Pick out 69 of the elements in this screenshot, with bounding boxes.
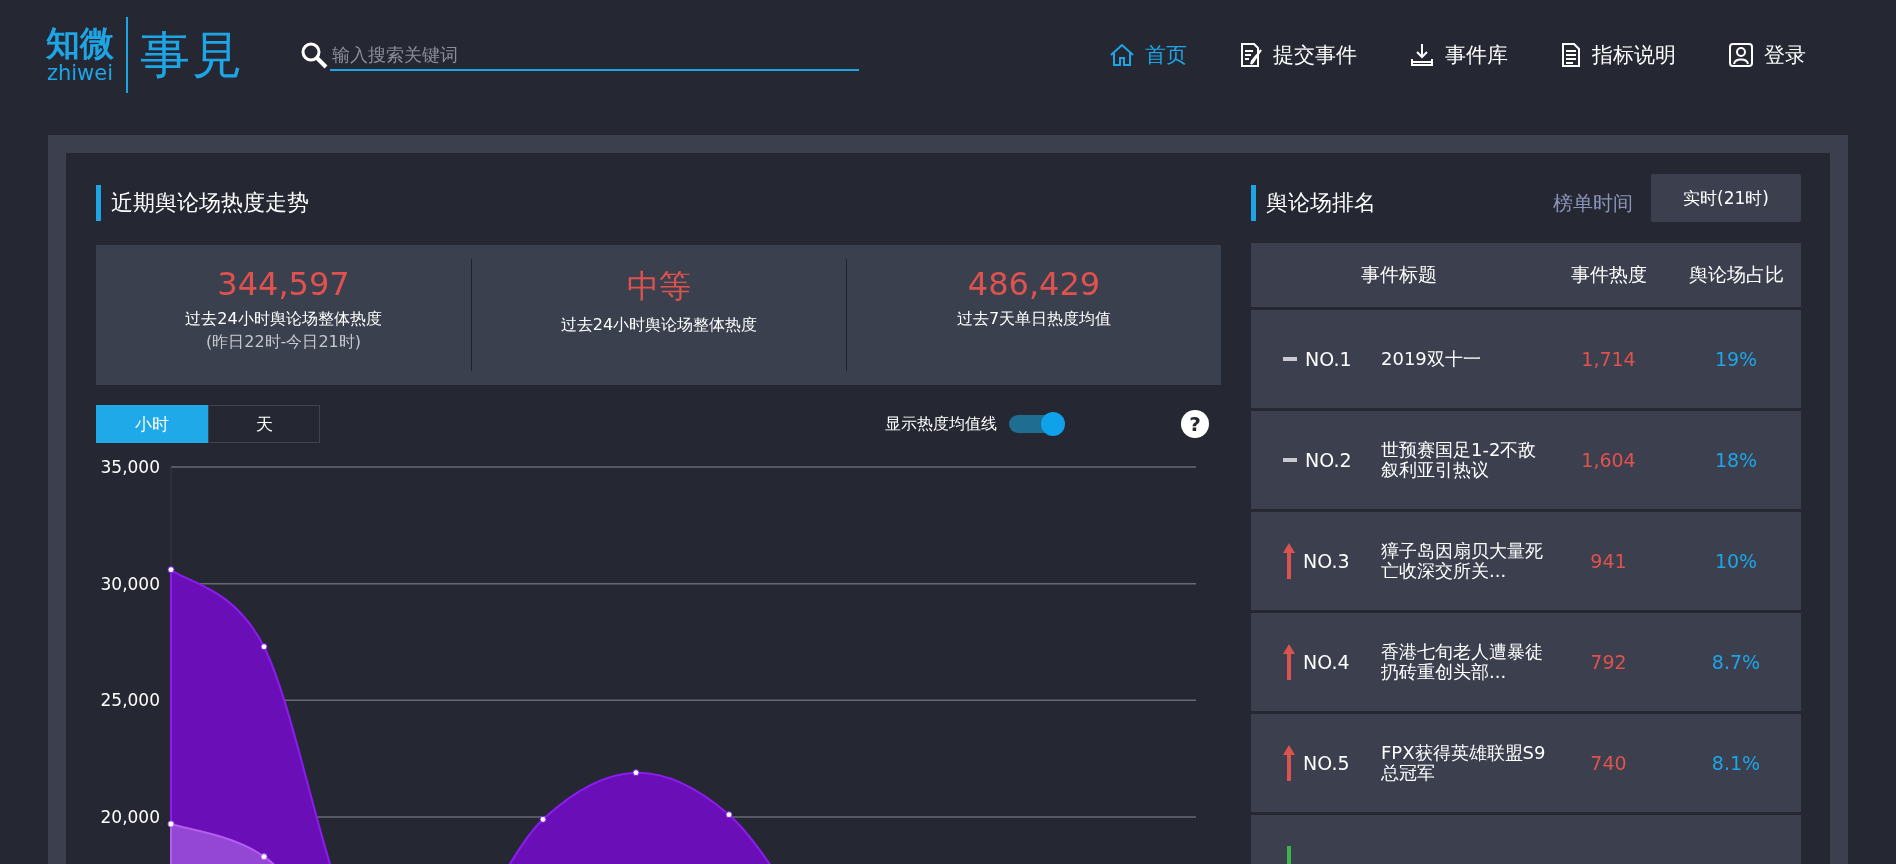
section-title: 舆论场排名: [1266, 189, 1376, 217]
search-icon[interactable]: [300, 41, 328, 69]
ranking-row[interactable]: NO.1 2019双十一 1,714 19%: [1251, 310, 1801, 408]
section-title: 近期舆论场热度走势: [111, 189, 309, 217]
data-point: [632, 769, 640, 777]
ranking-row[interactable]: NO.4 香港七旬老人遭暴徒扔砖重创头部... 792 8.7%: [1251, 613, 1801, 711]
event-title: FPX获得英雄联盟S9总冠军: [1381, 743, 1546, 783]
nav-item[interactable]: 首页: [1109, 41, 1187, 69]
share-value: 10%: [1713, 550, 1759, 572]
share-value: 8.1%: [1710, 752, 1762, 774]
time-label: 榜单时间: [1553, 189, 1633, 217]
rank-label: NO.5: [1303, 752, 1350, 774]
axis-label: 30,000: [100, 573, 160, 594]
stat-value: 中等: [627, 266, 691, 307]
data-point: [539, 815, 547, 823]
share-value: 18%: [1713, 449, 1759, 471]
document-icon: [1560, 42, 1582, 68]
stat-label: 过去24小时舆论场整体热度: [185, 309, 382, 330]
rank-label: NO.1: [1305, 348, 1352, 370]
ranking-row[interactable]: NO.2 世预赛国足1-2不敌叙利亚引热议 1,604 18%: [1251, 411, 1801, 509]
document-pen-icon: [1239, 42, 1263, 68]
stat-value: 486,429: [967, 265, 1101, 303]
column-header: 事件标题: [1359, 262, 1438, 287]
ranking-row[interactable]: NO.3 獐子岛因扇贝大量死亡收深交所关... 941 10%: [1251, 512, 1801, 610]
stat-label: 过去7天单日热度均值: [956, 309, 1112, 330]
stat-label: 过去24小时舆论场整体热度: [560, 315, 758, 336]
help-icon[interactable]: ?: [1181, 410, 1209, 438]
nav-item[interactable]: 登录: [1728, 41, 1806, 69]
toggle-switch[interactable]: [1009, 415, 1063, 433]
event-title: 世预赛国足1-2不敌叙利亚引热议: [1381, 440, 1538, 480]
event-title: 2019双十一: [1381, 349, 1482, 369]
ranking-row[interactable]: NO.5 FPX获得英雄联盟S9总冠军 740 8.1%: [1251, 714, 1801, 812]
nav-item[interactable]: 提交事件: [1239, 41, 1357, 69]
tab[interactable]: 天: [208, 405, 320, 443]
stat-value: 344,597: [217, 265, 350, 303]
download-icon: [1409, 42, 1435, 68]
heat-value: 740: [1589, 752, 1628, 774]
nav-item[interactable]: 事件库: [1409, 41, 1508, 69]
heat-value: 941: [1589, 550, 1628, 572]
share-value: 19%: [1713, 348, 1759, 370]
logo-subtitle: zhiwei: [46, 62, 114, 86]
data-point: [167, 566, 175, 574]
column-header: 事件热度: [1569, 262, 1648, 287]
user-icon: [1728, 42, 1754, 68]
heat-value: 1,604: [1580, 449, 1637, 471]
rank-label: NO.3: [1303, 550, 1350, 572]
axis-label: 35,000: [100, 457, 160, 477]
data-point: [260, 853, 268, 861]
share-value: 8.7%: [1710, 651, 1762, 673]
column-header: 舆论场占比: [1687, 262, 1785, 287]
heat-value: 1,714: [1580, 348, 1637, 370]
search-field[interactable]: 输入搜索关键词: [330, 39, 859, 71]
rank-label: NO.2: [1305, 449, 1352, 471]
axis-label: 25,000: [100, 690, 160, 711]
time-button[interactable]: 实时(21时): [1651, 174, 1801, 222]
nav-item[interactable]: 指标说明: [1560, 41, 1676, 69]
axis-label: 20,000: [100, 807, 160, 827]
logo-name: 知微: [46, 24, 114, 63]
event-title: 獐子岛因扇贝大量死亡收深交所关...: [1381, 541, 1544, 581]
toggle-label: 显示热度均值线: [885, 413, 997, 435]
data-point: [260, 643, 268, 651]
logo-product-name: 事見: [140, 24, 244, 86]
home-icon: [1109, 43, 1135, 67]
data-point: [167, 820, 175, 828]
data-point: [725, 811, 733, 819]
heat-value: 792: [1589, 651, 1628, 673]
stat-note: (昨日22时-今日21时): [206, 332, 361, 353]
event-title: 香港七旬老人遭暴徒扔砖重创头部...: [1381, 642, 1544, 682]
rank-label: NO.4: [1303, 651, 1350, 673]
